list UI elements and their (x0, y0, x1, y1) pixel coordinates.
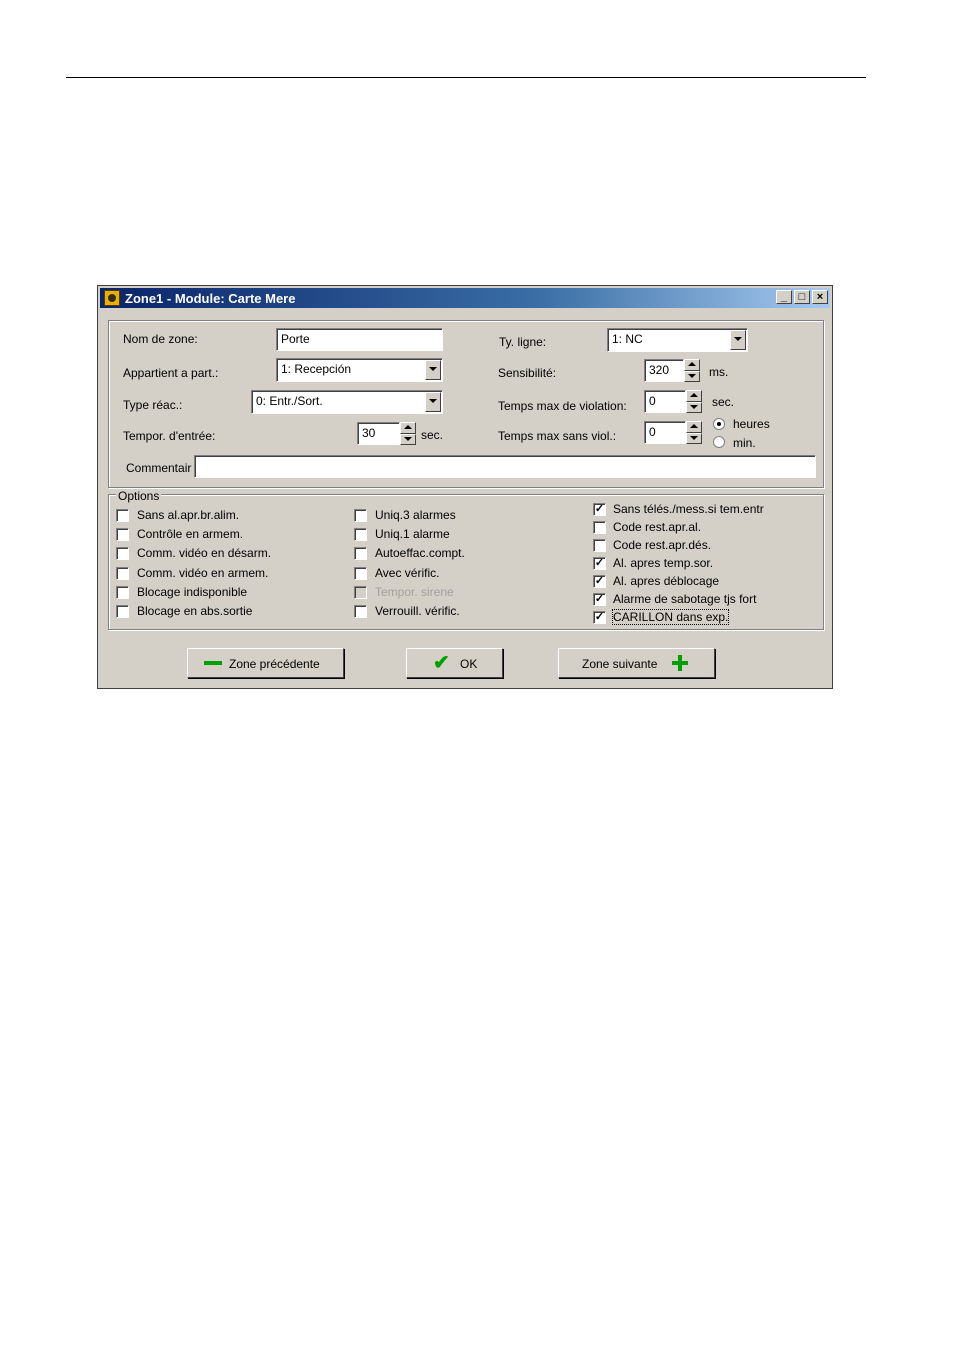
appartient-select[interactable]: 1: Recepción (276, 358, 443, 382)
ty-ligne-label: Ty. ligne: (499, 335, 547, 349)
option-label: CARILLON dans exp. (611, 609, 730, 625)
option-sabotage-checkbox[interactable] (593, 593, 606, 606)
commentaire-input[interactable] (194, 455, 816, 478)
zone-suivante-label: Zone suivante (582, 657, 658, 671)
option-label: Al. apres déblocage (613, 574, 720, 588)
options-title: Options (116, 489, 162, 503)
zone-precedente-button[interactable]: Zone précédente (187, 648, 344, 678)
option-sans-al-checkbox[interactable] (116, 509, 129, 522)
type-reac-label: Type réac.: (123, 398, 183, 412)
ty-ligne-value: 1: NC (612, 332, 643, 346)
checkmark-icon: ✔ (433, 652, 450, 674)
option-label: Tempor. sirene (375, 585, 454, 599)
temps-sans-viol-input[interactable]: 0 (644, 421, 686, 444)
option-label: Alarme de sabotage tjs fort (613, 592, 757, 606)
ty-ligne-select[interactable]: 1: NC (607, 328, 748, 352)
tempor-entree-label: Tempor. d'entrée: (123, 429, 216, 443)
sensibilite-unit: ms. (709, 365, 729, 379)
zone-suivante-button[interactable]: Zone suivante (558, 648, 715, 678)
option-comm-video-armem-checkbox[interactable] (116, 567, 129, 580)
heures-radio[interactable] (713, 418, 725, 430)
temps-violation-input[interactable]: 0 (644, 390, 686, 413)
type-reac-select[interactable]: 0: Entr./Sort. (251, 390, 443, 414)
option-blocage-abs-sortie-checkbox[interactable] (116, 605, 129, 618)
ok-button[interactable]: ✔ OK (406, 648, 503, 678)
tempor-entree-unit: sec. (421, 428, 444, 442)
option-sans-teles-checkbox[interactable] (593, 503, 606, 516)
option-comm-video-desarm-checkbox[interactable] (116, 547, 129, 560)
option-label: Uniq.1 alarme (375, 527, 450, 541)
close-button[interactable]: × (812, 290, 828, 304)
ok-label: OK (460, 657, 478, 671)
option-label: Blocage indisponible (137, 585, 248, 599)
option-label: Contrôle en armem. (137, 527, 244, 541)
page-header-rule (66, 77, 866, 78)
chevron-down-icon[interactable] (425, 392, 441, 412)
sensibilite-input[interactable]: 320 (644, 359, 684, 382)
option-label: Sans télés./mess.si tem.entr (613, 502, 764, 516)
option-label: Avec vérific. (375, 566, 440, 580)
option-tempor-sirene-checkbox (354, 586, 367, 599)
option-label: Autoeffac.compt. (375, 546, 465, 560)
zone-precedente-label: Zone précédente (229, 657, 320, 671)
maximize-button[interactable]: □ (794, 290, 810, 304)
option-label: Comm. vidéo en armem. (137, 566, 269, 580)
temps-violation-spinner[interactable] (686, 390, 702, 413)
appartient-label: Appartient a part.: (123, 366, 219, 380)
option-uniq3-checkbox[interactable] (354, 509, 367, 522)
app-icon (104, 290, 120, 306)
minimize-button[interactable]: _ (776, 290, 792, 304)
option-al-temp-sor-checkbox[interactable] (593, 557, 606, 570)
option-label: Code rest.apr.al. (613, 520, 702, 534)
option-verrouill-checkbox[interactable] (354, 605, 367, 618)
option-label: Sans al.apr.br.alim. (137, 508, 240, 522)
nom-de-zone-label: Nom de zone: (123, 332, 198, 346)
option-label: Al. apres temp.sor. (613, 556, 714, 570)
tempor-entree-spinner[interactable] (400, 422, 416, 445)
window-title: Zone1 - Module: Carte Mere (125, 291, 296, 306)
option-label: Uniq.3 alarmes (375, 508, 456, 522)
heures-label: heures (733, 417, 770, 431)
option-al-deblocage-checkbox[interactable] (593, 575, 606, 588)
temps-violation-label: Temps max de violation: (498, 399, 627, 413)
type-reac-value: 0: Entr./Sort. (256, 394, 323, 408)
appartient-value: 1: Recepción (281, 362, 352, 376)
min-label: min. (733, 436, 756, 450)
sensibilite-label: Sensibilité: (498, 366, 557, 380)
tempor-entree-input[interactable]: 30 (357, 422, 400, 445)
option-autoeffac-checkbox[interactable] (354, 547, 367, 560)
sensibilite-spinner[interactable] (684, 359, 700, 382)
option-label: Blocage en abs.sortie (137, 604, 253, 618)
option-controle-armem-checkbox[interactable] (116, 528, 129, 541)
option-uniq1-checkbox[interactable] (354, 528, 367, 541)
nom-de-zone-input[interactable]: Porte (276, 328, 443, 351)
chevron-down-icon[interactable] (730, 330, 746, 350)
temps-sans-viol-label: Temps max sans viol.: (498, 429, 617, 443)
plus-icon-vertical (678, 655, 682, 671)
option-label: Code rest.apr.dés. (613, 538, 712, 552)
option-carillon-checkbox[interactable] (593, 611, 606, 624)
option-label: Verrouill. vérific. (375, 604, 460, 618)
title-bar[interactable]: Zone1 - Module: Carte Mere _ □ × (100, 288, 830, 308)
option-avec-verific-checkbox[interactable] (354, 567, 367, 580)
chevron-down-icon[interactable] (425, 360, 441, 380)
option-blocage-indisponible-checkbox[interactable] (116, 586, 129, 599)
minus-icon (204, 661, 222, 665)
zone-dialog: Zone1 - Module: Carte Mere _ □ × Nom de … (97, 285, 833, 689)
commentaire-label: Commentair (126, 461, 192, 475)
temps-violation-unit: sec. (712, 395, 735, 409)
temps-sans-viol-spinner[interactable] (686, 421, 702, 444)
option-label: Comm. vidéo en désarm. (137, 546, 272, 560)
option-code-rest-des-checkbox[interactable] (593, 539, 606, 552)
min-radio[interactable] (713, 436, 725, 448)
option-code-rest-al-checkbox[interactable] (593, 521, 606, 534)
